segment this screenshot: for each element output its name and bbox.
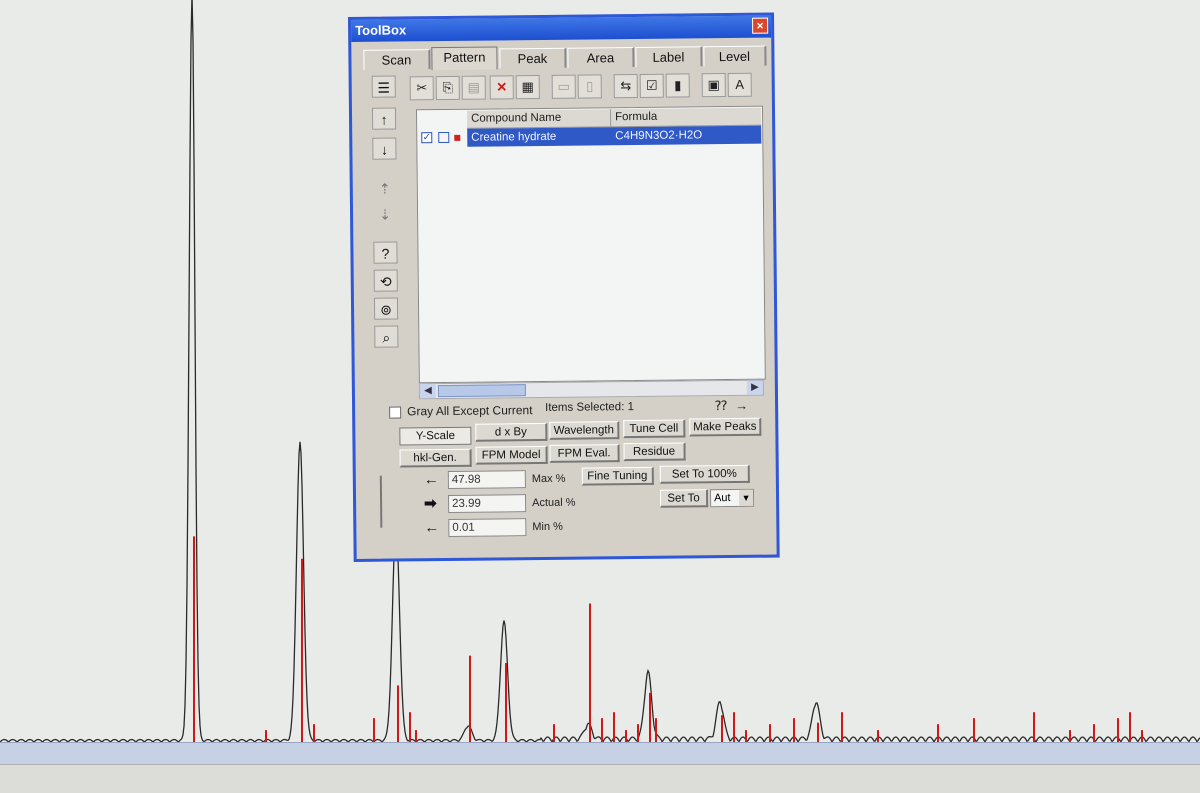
- paste-icon[interactable]: ▤: [462, 76, 486, 100]
- y-scale-button[interactable]: Y-Scale: [399, 427, 471, 446]
- min-label: Min %: [532, 518, 563, 536]
- toolbox-titlebar[interactable]: ToolBox ×: [351, 16, 771, 42]
- arrow-right-bold-icon: ➡: [424, 495, 437, 513]
- max-label: Max %: [532, 470, 566, 488]
- pattern-info-icon[interactable]: ?: [373, 241, 397, 263]
- row-checkbox[interactable]: ✓: [421, 132, 432, 143]
- fpm-eval-button[interactable]: FPM Eval.: [549, 444, 619, 463]
- fpm-model-button[interactable]: FPM Model: [476, 446, 548, 465]
- chevron-down-icon[interactable]: ▼: [739, 490, 753, 506]
- scroll-right-icon[interactable]: ▶: [747, 381, 763, 395]
- formula-cell: C4H9N3O2·H2O: [615, 126, 702, 145]
- col-compound-name[interactable]: Compound Name: [467, 109, 611, 128]
- tab-peak[interactable]: Peak: [499, 48, 566, 69]
- move-bottom-icon[interactable]: ⇣: [373, 203, 397, 225]
- set-to-mode-select[interactable]: Aut ▼: [710, 489, 754, 507]
- cut-icon[interactable]: ✂: [410, 76, 434, 100]
- help-icon[interactable]: ⁇: [715, 398, 727, 414]
- min-input[interactable]: 0.01: [448, 518, 526, 537]
- tab-level[interactable]: Level: [703, 46, 766, 67]
- col-formula[interactable]: Formula: [611, 108, 761, 127]
- d-x-by-button[interactable]: d x By: [475, 423, 547, 442]
- actual-label: Actual %: [532, 494, 576, 512]
- actual-input[interactable]: 23.99: [448, 494, 526, 513]
- items-selected-label: Items Selected: 1: [545, 401, 634, 414]
- pattern-toolbar: ✂ ⎘ ▤ ✕ ▦ ▭ ▯ ⇆ ☑ ▮ ▣ A: [410, 73, 764, 103]
- wavelength-button[interactable]: Wavelength: [549, 421, 619, 440]
- list-item[interactable]: ✓ Creatine hydrate C4H9N3O2·H2O: [417, 126, 761, 148]
- scroll-left-icon[interactable]: ◀: [420, 384, 436, 398]
- close-button[interactable]: ×: [752, 18, 768, 34]
- swap-icon[interactable]: ⇆: [614, 74, 638, 98]
- gray-all-label: Gray All Except Current: [407, 403, 533, 418]
- move-up-icon[interactable]: ↑: [372, 108, 396, 130]
- move-down-icon[interactable]: ↓: [372, 138, 396, 160]
- compound-name-cell: Creatine hydrate: [471, 128, 556, 147]
- pattern-icon: [438, 132, 449, 143]
- move-top-icon[interactable]: ⇡: [373, 177, 397, 199]
- arrow-right-icon[interactable]: →: [735, 398, 748, 413]
- scale-slider[interactable]: [380, 476, 383, 528]
- tab-bar: Scan Pattern Peak Area Label Level: [363, 44, 763, 70]
- search-icon[interactable]: ⌕: [374, 325, 398, 347]
- toolbox-window[interactable]: ToolBox × Scan Pattern Peak Area Label L…: [348, 13, 780, 562]
- scroll-thumb[interactable]: [438, 384, 526, 397]
- hkl-gen-button[interactable]: hkl-Gen.: [400, 449, 472, 468]
- paste-special-icon[interactable]: ▦: [516, 75, 540, 99]
- check-list-icon[interactable]: ☑: [640, 74, 664, 98]
- gray-all-checkbox[interactable]: [389, 406, 401, 418]
- residue-button[interactable]: Residue: [623, 442, 685, 461]
- tab-scan[interactable]: Scan: [363, 49, 430, 70]
- bar-icon[interactable]: ▮: [666, 73, 690, 97]
- set-to-100-button[interactable]: Set To 100%: [660, 465, 750, 484]
- max-input[interactable]: 47.98: [448, 470, 526, 489]
- tune-cell-button[interactable]: Tune Cell: [623, 419, 685, 438]
- tab-area[interactable]: Area: [567, 47, 634, 68]
- list-view-icon[interactable]: ☰: [372, 76, 396, 98]
- delete-icon[interactable]: ✕: [490, 75, 514, 99]
- toolbox-title: ToolBox: [355, 22, 406, 38]
- arrow-left-icon: ←: [424, 471, 439, 489]
- pattern-refresh-icon[interactable]: ⟲: [374, 269, 398, 291]
- tab-pattern[interactable]: Pattern: [431, 46, 497, 70]
- plot-axis-bar: [0, 742, 1200, 765]
- set-to-button[interactable]: Set To: [660, 489, 708, 508]
- pattern-list[interactable]: Compound Name Formula ✓ Creatine hydrate…: [416, 106, 766, 384]
- pattern-database-icon[interactable]: ⊚: [374, 297, 398, 319]
- chart-icon[interactable]: ▣: [702, 73, 726, 97]
- arrow-left-min-icon: ←: [424, 519, 439, 537]
- horizontal-scrollbar[interactable]: ◀ ▶: [419, 380, 764, 400]
- copy-icon[interactable]: ⎘: [436, 76, 460, 100]
- overlay-icon[interactable]: ▭: [552, 75, 576, 99]
- tab-label[interactable]: Label: [635, 46, 702, 67]
- font-icon[interactable]: A: [728, 73, 752, 97]
- card-icon[interactable]: ▯: [578, 74, 602, 98]
- make-peaks-button[interactable]: Make Peaks: [689, 418, 761, 437]
- set-to-mode-value: Aut: [714, 492, 731, 504]
- color-marker-icon: [454, 135, 460, 141]
- status-bar: [0, 764, 1200, 793]
- fine-tuning-button[interactable]: Fine Tuning: [582, 467, 654, 486]
